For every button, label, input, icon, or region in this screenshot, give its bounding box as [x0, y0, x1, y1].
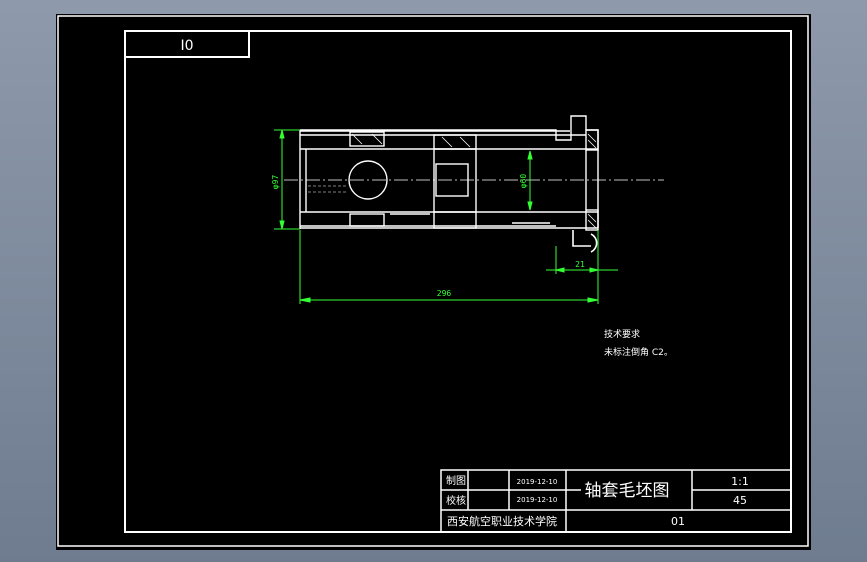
dim-dia-inner: φ60: [519, 174, 528, 189]
dimensions: [274, 129, 618, 304]
section-hatch: [351, 133, 597, 229]
tech-req-heading: 技术要求: [604, 328, 640, 340]
checked-label: 校核: [446, 494, 466, 507]
dim-overall-length: 296: [437, 289, 452, 298]
drawn-date: 2019-12-10: [517, 478, 558, 486]
drawing-number: 01: [671, 515, 685, 528]
dim-dia-left: φ97: [271, 175, 280, 190]
part-name: 轴套毛坯图: [585, 481, 670, 501]
dim-small-right: 21: [575, 260, 585, 269]
scale: 1:1: [731, 475, 749, 488]
part-outline: [299, 115, 599, 253]
code-box-label: I0: [180, 38, 193, 54]
tech-req-line1: 未标注倒角 C2。: [604, 346, 673, 358]
drawing-sheet: I0 φ97 φ60 21 296 技术要求 未标注倒角 C2。 制图 2019…: [57, 15, 809, 547]
cad-viewport[interactable]: I0 φ97 φ60 21 296 技术要求 未标注倒角 C2。 制图 2019…: [56, 14, 811, 550]
inner-border: [124, 30, 792, 533]
outer-border: [57, 15, 809, 547]
school-name: 西安航空职业技术学院: [447, 514, 557, 528]
material: 45: [733, 494, 747, 507]
drawn-label: 制图: [446, 474, 466, 487]
checked-date: 2019-12-10: [517, 496, 558, 504]
